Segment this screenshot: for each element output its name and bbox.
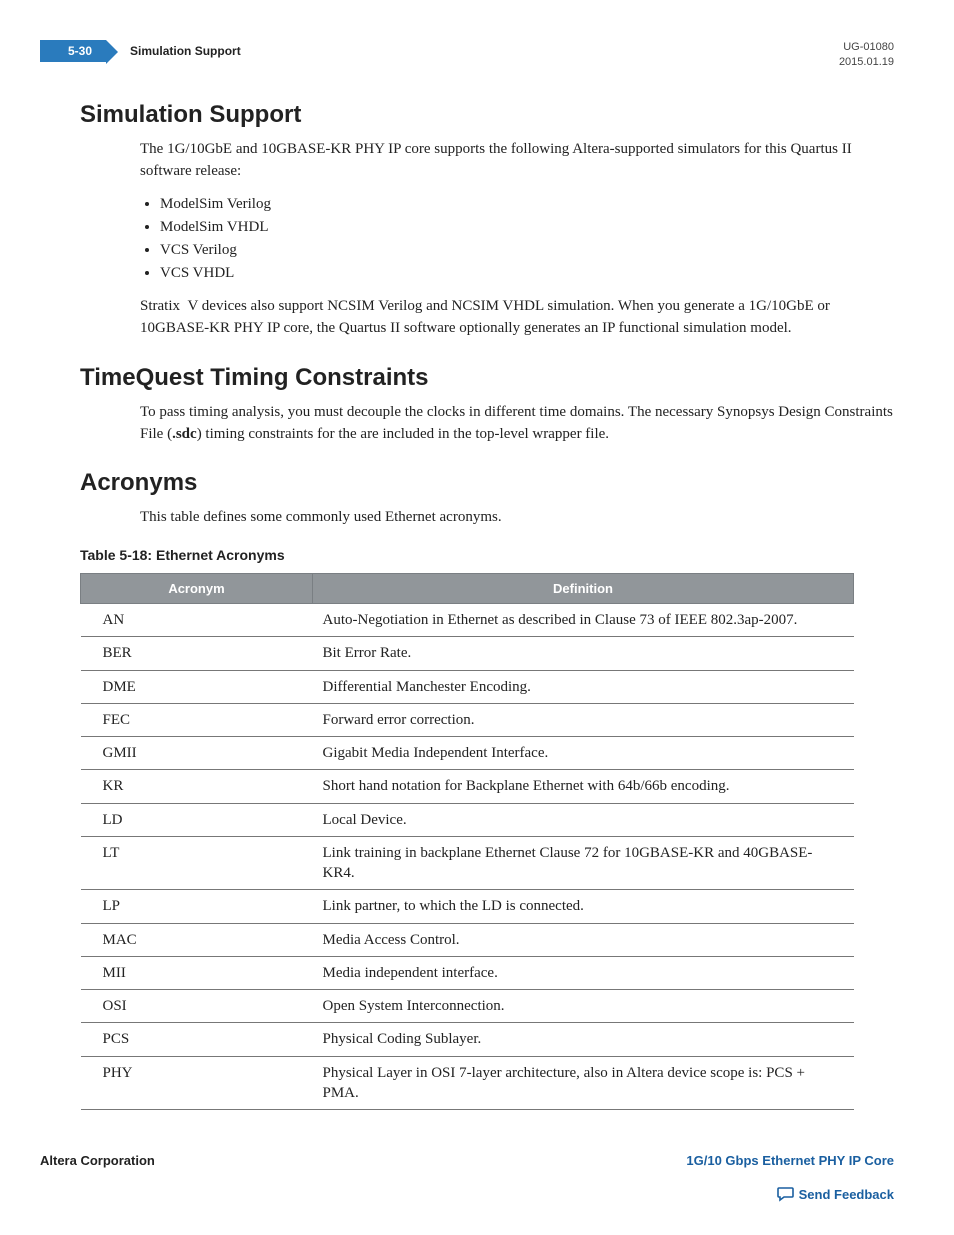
- definition-cell: Media Access Control.: [313, 923, 854, 956]
- table-row: PHYPhysical Layer in OSI 7-layer archite…: [81, 1056, 854, 1110]
- acronym-cell: BER: [81, 637, 313, 670]
- definition-cell: Local Device.: [313, 803, 854, 836]
- table-row: LTLink training in backplane Ethernet Cl…: [81, 836, 854, 890]
- footer-company: Altera Corporation: [40, 1153, 155, 1168]
- th-acronym: Acronym: [81, 574, 313, 604]
- acronym-cell: AN: [81, 604, 313, 637]
- sim-para2: Stratix V devices also support NCSIM Ver…: [140, 296, 894, 340]
- table-row: PCSPhysical Coding Sublayer.: [81, 1023, 854, 1056]
- table-row: FECForward error correction.: [81, 703, 854, 736]
- definition-cell: Forward error correction.: [313, 703, 854, 736]
- definition-cell: Link training in backplane Ethernet Clau…: [313, 836, 854, 890]
- definition-cell: Short hand notation for Backplane Ethern…: [313, 770, 854, 803]
- th-definition: Definition: [313, 574, 854, 604]
- acronym-cell: LP: [81, 890, 313, 923]
- acronym-cell: KR: [81, 770, 313, 803]
- page-header: 5-30 Simulation Support UG-01080 2015.01…: [40, 40, 894, 71]
- heading-simulation-support: Simulation Support: [80, 101, 894, 129]
- table-row: LPLink partner, to which the LD is conne…: [81, 890, 854, 923]
- definition-cell: Open System Interconnection.: [313, 990, 854, 1023]
- table-row: ANAuto-Negotiation in Ethernet as descri…: [81, 604, 854, 637]
- definition-cell: Media independent interface.: [313, 956, 854, 989]
- table-row: KRShort hand notation for Backplane Ethe…: [81, 770, 854, 803]
- acronyms-table: Acronym Definition ANAuto-Negotiation in…: [80, 573, 854, 1110]
- acronym-cell: MAC: [81, 923, 313, 956]
- table-row: BERBit Error Rate.: [81, 637, 854, 670]
- page-footer: Altera Corporation 1G/10 Gbps Ethernet P…: [40, 1153, 894, 1205]
- acronym-cell: GMII: [81, 737, 313, 770]
- send-feedback-link[interactable]: Send Feedback: [40, 1186, 894, 1205]
- acronym-cell: LD: [81, 803, 313, 836]
- definition-cell: Physical Layer in OSI 7-layer architectu…: [313, 1056, 854, 1110]
- definition-cell: Link partner, to which the LD is connect…: [313, 890, 854, 923]
- acronym-cell: OSI: [81, 990, 313, 1023]
- list-item: VCS Verilog: [160, 240, 894, 262]
- table-row: MACMedia Access Control.: [81, 923, 854, 956]
- feedback-icon: [777, 1186, 795, 1205]
- tq-post: ) timing constraints for the are include…: [197, 426, 609, 442]
- acronym-cell: FEC: [81, 703, 313, 736]
- definition-cell: Auto-Negotiation in Ethernet as describe…: [313, 604, 854, 637]
- definition-cell: Differential Manchester Encoding.: [313, 670, 854, 703]
- heading-timequest: TimeQuest Timing Constraints: [80, 364, 894, 392]
- doc-id: UG-01080: [839, 40, 894, 55]
- sim-intro: The 1G/10GbE and 10GBASE-KR PHY IP core …: [140, 139, 894, 183]
- doc-meta: UG-01080 2015.01.19: [839, 40, 894, 71]
- table-row: OSIOpen System Interconnection.: [81, 990, 854, 1023]
- acronym-cell: DME: [81, 670, 313, 703]
- simulator-list: ModelSim Verilog ModelSim VHDL VCS Veril…: [140, 194, 894, 284]
- table-row: MIIMedia independent interface.: [81, 956, 854, 989]
- table-row: GMIIGigabit Media Independent Interface.: [81, 737, 854, 770]
- heading-acronyms: Acronyms: [80, 469, 894, 497]
- doc-date: 2015.01.19: [839, 55, 894, 70]
- acronym-cell: PCS: [81, 1023, 313, 1056]
- definition-cell: Physical Coding Sublayer.: [313, 1023, 854, 1056]
- timequest-para: To pass timing analysis, you must decoup…: [140, 402, 894, 446]
- tq-bold: .sdc: [172, 426, 197, 442]
- table-caption: Table 5-18: Ethernet Acronyms: [80, 547, 894, 563]
- list-item: ModelSim VHDL: [160, 217, 894, 239]
- feedback-label: Send Feedback: [799, 1187, 894, 1202]
- list-item: ModelSim Verilog: [160, 194, 894, 216]
- definition-cell: Gigabit Media Independent Interface.: [313, 737, 854, 770]
- definition-cell: Bit Error Rate.: [313, 637, 854, 670]
- acronym-cell: PHY: [81, 1056, 313, 1110]
- acronym-cell: MII: [81, 956, 313, 989]
- acronyms-intro: This table defines some commonly used Et…: [140, 507, 894, 529]
- table-row: DMEDifferential Manchester Encoding.: [81, 670, 854, 703]
- list-item: VCS VHDL: [160, 263, 894, 285]
- acronym-cell: LT: [81, 836, 313, 890]
- page-number: 5-30: [40, 40, 106, 62]
- running-title: Simulation Support: [130, 44, 241, 58]
- table-row: LDLocal Device.: [81, 803, 854, 836]
- page-tab: 5-30 Simulation Support: [40, 40, 241, 62]
- footer-doc-title[interactable]: 1G/10 Gbps Ethernet PHY IP Core: [686, 1153, 894, 1168]
